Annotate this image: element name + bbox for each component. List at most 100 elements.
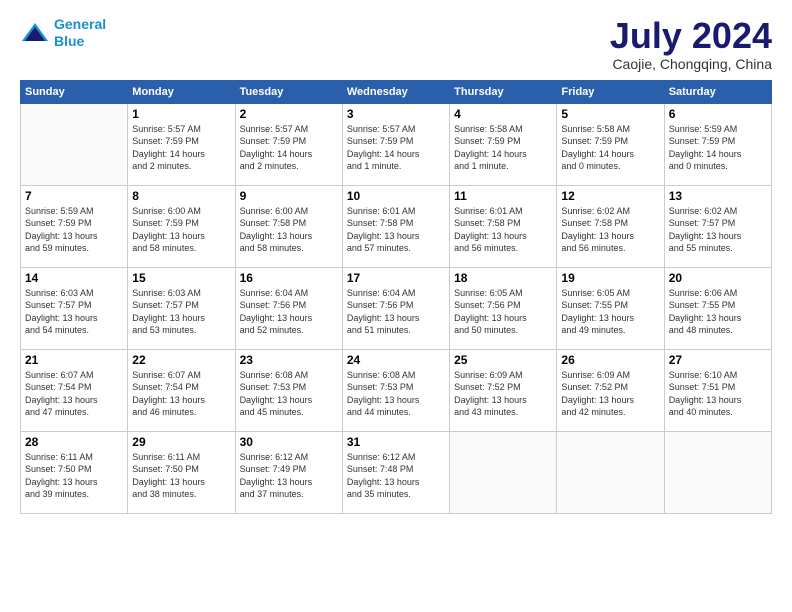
day-info: Sunrise: 5:59 AM Sunset: 7:59 PM Dayligh… [25, 205, 123, 255]
table-row: 12 Sunrise: 6:02 AM Sunset: 7:58 PM Dayli… [557, 185, 664, 267]
calendar-week-row: 14Sunrise: 6:03 AM Sunset: 7:57 PM Dayli… [21, 267, 772, 349]
calendar-week-row: 21Sunrise: 6:07 AM Sunset: 7:54 PM Dayli… [21, 349, 772, 431]
day-info: Sunrise: 6:04 AM Sunset: 7:56 PM Dayligh… [240, 287, 338, 337]
table-row: 14Sunrise: 6:03 AM Sunset: 7:57 PM Dayli… [21, 267, 128, 349]
table-row: 25 Sunrise: 6:09 AM Sunset: 7:52 PM Dayli… [450, 349, 557, 431]
table-row: 29 Sunrise: 6:11 AM Sunset: 7:50 PM Dayli… [128, 431, 235, 513]
day-number: 27 [669, 353, 767, 367]
day-info: Sunrise: 6:07 AM Sunset: 7:54 PM Dayligh… [132, 369, 230, 419]
day-info: Sunrise: 6:09 AM Sunset: 7:52 PM Dayligh… [561, 369, 659, 419]
table-row: 27 Sunrise: 6:10 AM Sunset: 7:51 PM Dayli… [664, 349, 771, 431]
day-info: Sunrise: 6:03 AM Sunset: 7:57 PM Dayligh… [25, 287, 123, 337]
day-number: 23 [240, 353, 338, 367]
table-row: 24Sunrise: 6:08 AM Sunset: 7:53 PM Dayli… [342, 349, 449, 431]
table-row: 7 Sunrise: 5:59 AM Sunset: 7:59 PM Daylig… [21, 185, 128, 267]
calendar-week-row: 28 Sunrise: 6:11 AM Sunset: 7:50 PM Dayli… [21, 431, 772, 513]
day-info: Sunrise: 5:57 AM Sunset: 7:59 PM Dayligh… [132, 123, 230, 173]
col-thursday: Thursday [450, 80, 557, 103]
location: Caojie, Chongqing, China [610, 56, 772, 72]
logo-text: General Blue [54, 16, 106, 50]
table-row: 2 Sunrise: 5:57 AM Sunset: 7:59 PM Daylig… [235, 103, 342, 185]
day-number: 19 [561, 271, 659, 285]
day-info: Sunrise: 5:58 AM Sunset: 7:59 PM Dayligh… [454, 123, 552, 173]
day-number: 28 [25, 435, 123, 449]
calendar-table: Sunday Monday Tuesday Wednesday Thursday… [20, 80, 772, 514]
day-number: 24 [347, 353, 445, 367]
table-row: 13 Sunrise: 6:02 AM Sunset: 7:57 PM Dayli… [664, 185, 771, 267]
day-info: Sunrise: 6:01 AM Sunset: 7:58 PM Dayligh… [454, 205, 552, 255]
day-info: Sunrise: 6:11 AM Sunset: 7:50 PM Dayligh… [132, 451, 230, 501]
table-row: 26 Sunrise: 6:09 AM Sunset: 7:52 PM Dayli… [557, 349, 664, 431]
logo-line1: General [54, 16, 106, 32]
day-info: Sunrise: 6:08 AM Sunset: 7:53 PM Dayligh… [240, 369, 338, 419]
table-row: 1 Sunrise: 5:57 AM Sunset: 7:59 PM Daylig… [128, 103, 235, 185]
col-tuesday: Tuesday [235, 80, 342, 103]
table-row: 23 Sunrise: 6:08 AM Sunset: 7:53 PM Dayli… [235, 349, 342, 431]
logo: General Blue [20, 16, 106, 50]
table-row [450, 431, 557, 513]
day-number: 18 [454, 271, 552, 285]
table-row: 5Sunrise: 5:58 AM Sunset: 7:59 PM Daylig… [557, 103, 664, 185]
table-row: 8Sunrise: 6:00 AM Sunset: 7:59 PM Daylig… [128, 185, 235, 267]
day-number: 10 [347, 189, 445, 203]
day-number: 4 [454, 107, 552, 121]
day-info: Sunrise: 6:02 AM Sunset: 7:57 PM Dayligh… [669, 205, 767, 255]
day-info: Sunrise: 5:57 AM Sunset: 7:59 PM Dayligh… [347, 123, 445, 173]
day-number: 26 [561, 353, 659, 367]
day-number: 16 [240, 271, 338, 285]
page: General Blue July 2024 Caojie, Chongqing… [0, 0, 792, 612]
day-number: 25 [454, 353, 552, 367]
table-row: 18 Sunrise: 6:05 AM Sunset: 7:56 PM Dayli… [450, 267, 557, 349]
logo-line2: Blue [54, 33, 84, 49]
col-saturday: Saturday [664, 80, 771, 103]
day-info: Sunrise: 6:04 AM Sunset: 7:56 PM Dayligh… [347, 287, 445, 337]
logo-icon [20, 21, 50, 45]
day-number: 6 [669, 107, 767, 121]
day-number: 2 [240, 107, 338, 121]
calendar-week-row: 7 Sunrise: 5:59 AM Sunset: 7:59 PM Daylig… [21, 185, 772, 267]
title-block: July 2024 Caojie, Chongqing, China [610, 16, 772, 72]
table-row: 6 Sunrise: 5:59 AM Sunset: 7:59 PM Daylig… [664, 103, 771, 185]
table-row: 9 Sunrise: 6:00 AM Sunset: 7:58 PM Daylig… [235, 185, 342, 267]
day-info: Sunrise: 6:09 AM Sunset: 7:52 PM Dayligh… [454, 369, 552, 419]
table-row: 15Sunrise: 6:03 AM Sunset: 7:57 PM Dayli… [128, 267, 235, 349]
col-wednesday: Wednesday [342, 80, 449, 103]
day-info: Sunrise: 6:06 AM Sunset: 7:55 PM Dayligh… [669, 287, 767, 337]
day-info: Sunrise: 6:00 AM Sunset: 7:58 PM Dayligh… [240, 205, 338, 255]
month-title: July 2024 [610, 16, 772, 56]
table-row: 19 Sunrise: 6:05 AM Sunset: 7:55 PM Dayli… [557, 267, 664, 349]
day-number: 20 [669, 271, 767, 285]
calendar-header-row: Sunday Monday Tuesday Wednesday Thursday… [21, 80, 772, 103]
day-info: Sunrise: 6:12 AM Sunset: 7:48 PM Dayligh… [347, 451, 445, 501]
day-number: 12 [561, 189, 659, 203]
day-info: Sunrise: 5:57 AM Sunset: 7:59 PM Dayligh… [240, 123, 338, 173]
table-row: 20 Sunrise: 6:06 AM Sunset: 7:55 PM Dayli… [664, 267, 771, 349]
day-info: Sunrise: 6:01 AM Sunset: 7:58 PM Dayligh… [347, 205, 445, 255]
day-number: 1 [132, 107, 230, 121]
col-friday: Friday [557, 80, 664, 103]
col-monday: Monday [128, 80, 235, 103]
table-row: 22Sunrise: 6:07 AM Sunset: 7:54 PM Dayli… [128, 349, 235, 431]
day-number: 3 [347, 107, 445, 121]
table-row: 16 Sunrise: 6:04 AM Sunset: 7:56 PM Dayli… [235, 267, 342, 349]
col-sunday: Sunday [21, 80, 128, 103]
day-info: Sunrise: 6:10 AM Sunset: 7:51 PM Dayligh… [669, 369, 767, 419]
day-number: 7 [25, 189, 123, 203]
day-number: 13 [669, 189, 767, 203]
table-row: 11Sunrise: 6:01 AM Sunset: 7:58 PM Dayli… [450, 185, 557, 267]
day-info: Sunrise: 6:05 AM Sunset: 7:56 PM Dayligh… [454, 287, 552, 337]
day-info: Sunrise: 6:11 AM Sunset: 7:50 PM Dayligh… [25, 451, 123, 501]
day-info: Sunrise: 5:59 AM Sunset: 7:59 PM Dayligh… [669, 123, 767, 173]
header: General Blue July 2024 Caojie, Chongqing… [20, 16, 772, 72]
day-number: 17 [347, 271, 445, 285]
day-number: 8 [132, 189, 230, 203]
day-info: Sunrise: 6:05 AM Sunset: 7:55 PM Dayligh… [561, 287, 659, 337]
day-number: 29 [132, 435, 230, 449]
day-number: 9 [240, 189, 338, 203]
day-info: Sunrise: 6:03 AM Sunset: 7:57 PM Dayligh… [132, 287, 230, 337]
calendar-week-row: 1 Sunrise: 5:57 AM Sunset: 7:59 PM Daylig… [21, 103, 772, 185]
table-row: 21Sunrise: 6:07 AM Sunset: 7:54 PM Dayli… [21, 349, 128, 431]
table-row [21, 103, 128, 185]
day-info: Sunrise: 5:58 AM Sunset: 7:59 PM Dayligh… [561, 123, 659, 173]
day-info: Sunrise: 6:02 AM Sunset: 7:58 PM Dayligh… [561, 205, 659, 255]
